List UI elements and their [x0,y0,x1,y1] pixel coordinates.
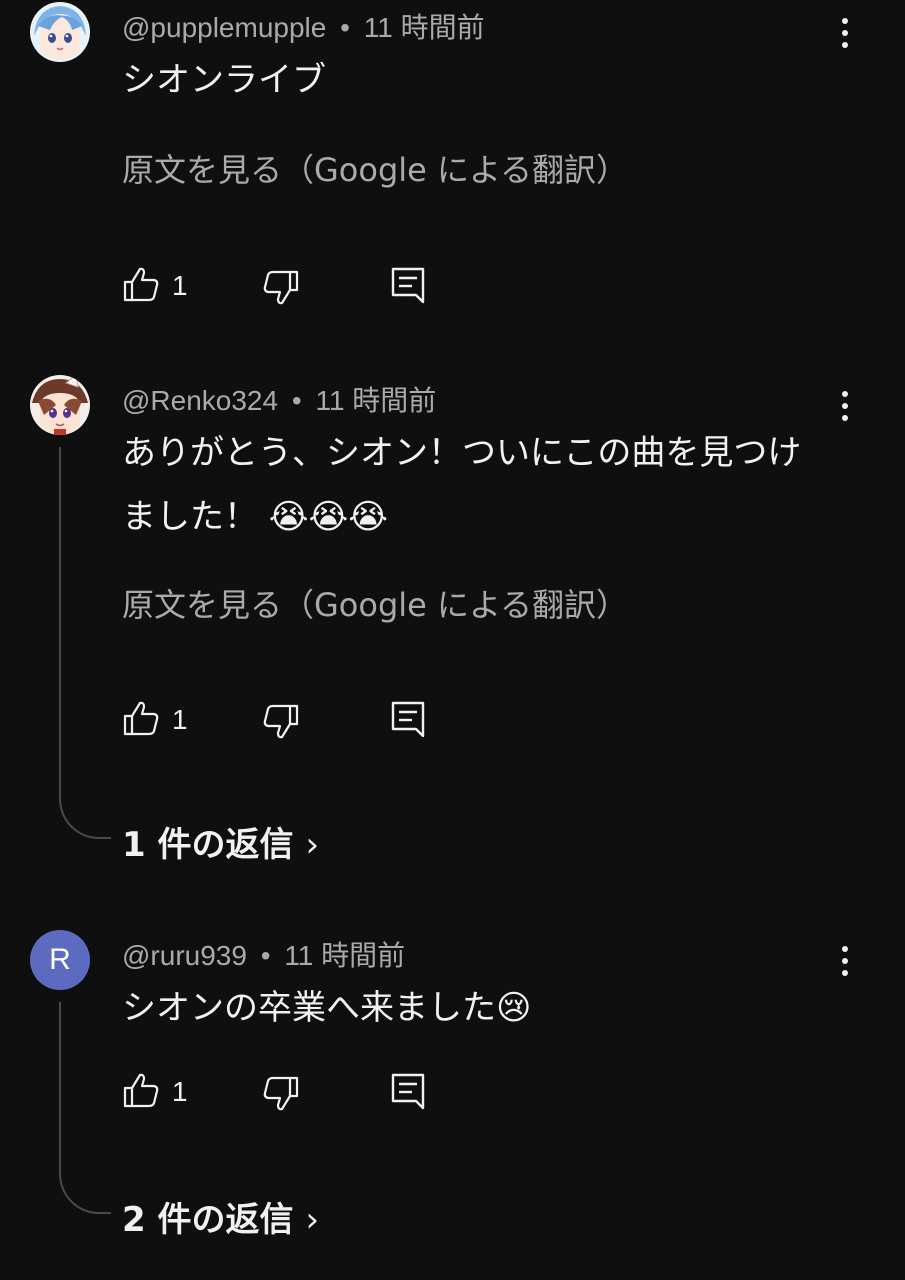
timestamp: 11 時間前 [315,385,437,416]
reply-comment-icon [391,267,425,304]
replies-label: 2 件の返信 [122,1200,294,1240]
thumbs-down-icon [263,1076,299,1111]
reply-button[interactable] [390,700,430,740]
view-replies-button[interactable]: 1 件の返信 › [122,817,319,866]
avatar-renko324[interactable] [30,375,90,435]
comment-meta: @ruru939 • 11 時間前 [122,934,405,974]
thumbs-up-icon [123,1073,159,1108]
meta-separator: • [260,940,271,971]
replies-label: 1 件の返信 [122,825,294,865]
more-vertical-icon [842,18,848,24]
thumbs-down-icon [263,270,299,305]
reply-thread-line [59,1002,111,1214]
like-count: 1 [172,270,188,301]
username[interactable]: @pupplemupple [122,12,326,43]
avatar-pupplemupple[interactable] [30,2,90,62]
dislike-button[interactable] [262,268,302,308]
reply-thread-line [59,447,111,839]
reply-comment-icon [391,701,425,738]
timestamp: 11 時間前 [363,12,485,43]
comment-text: ありがとう、シオン！ついにこの曲を見つけ ました！ 😭😭😭 [122,421,842,549]
username[interactable]: @ruru939 [122,940,247,971]
comment-text-line-1: ありがとう、シオン！ついにこの曲を見つけ [122,433,802,473]
comment-text-line-2: ました！ 😭😭😭 [122,497,388,537]
like-count: 1 [172,704,188,735]
see-original-link[interactable]: 原文を見る（Google による翻訳） [122,580,628,626]
view-replies-button[interactable]: 2 件の返信 › [122,1192,319,1241]
meta-separator: • [291,385,302,416]
thumbs-up-icon [123,267,159,302]
avatar-ruru939[interactable]: R [30,930,90,990]
reply-button[interactable] [390,1072,430,1112]
like-button[interactable]: 1 [122,700,202,740]
reply-button[interactable] [390,266,430,306]
see-original-link[interactable]: 原文を見る（Google による翻訳） [122,145,628,191]
like-button[interactable]: 1 [122,266,202,306]
more-vertical-icon [842,946,848,952]
thumbs-up-icon [123,701,159,736]
comment-text: シオンライブ [122,60,326,100]
comment-text: シオンの卒業へ来ました😢 [122,988,532,1028]
timestamp: 11 時間前 [284,940,406,971]
meta-separator: • [340,12,350,43]
like-count: 1 [172,1076,188,1107]
dislike-button[interactable] [262,1074,302,1114]
like-button[interactable]: 1 [122,1072,202,1112]
more-vertical-icon [842,391,848,397]
username[interactable]: @Renko324 [122,385,278,416]
comment-meta: @pupplemupple • 11 時間前 [122,6,485,46]
thumbs-down-icon [263,704,299,739]
dislike-button[interactable] [262,702,302,742]
chevron-right-icon: › [305,825,320,865]
comment-meta: @Renko324 • 11 時間前 [122,379,436,419]
chevron-right-icon: › [305,1200,320,1240]
reply-comment-icon [391,1073,425,1110]
